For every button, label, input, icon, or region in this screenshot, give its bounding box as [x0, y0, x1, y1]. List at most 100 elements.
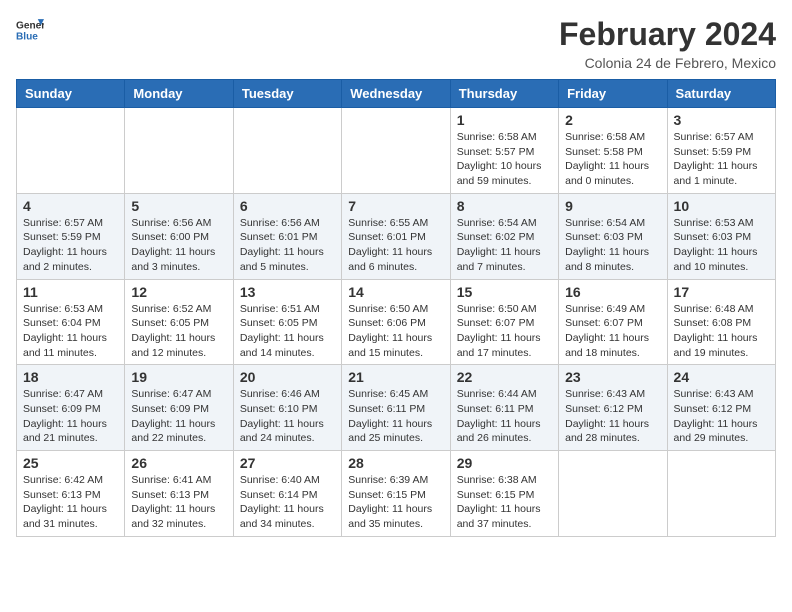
- day-number: 1: [457, 112, 552, 128]
- column-header-thursday: Thursday: [450, 80, 558, 108]
- day-number: 12: [131, 284, 226, 300]
- day-number: 19: [131, 369, 226, 385]
- day-info: Sunrise: 6:38 AM Sunset: 6:15 PM Dayligh…: [457, 473, 552, 532]
- calendar-cell: 5 Sunrise: 6:56 AM Sunset: 6:00 PM Daylig…: [125, 193, 233, 279]
- day-info: Sunrise: 6:45 AM Sunset: 6:11 PM Dayligh…: [348, 387, 443, 446]
- calendar-cell: 6Sunrise: 6:56 AM Sunset: 6:01 PM Daylig…: [233, 193, 341, 279]
- column-header-saturday: Saturday: [667, 80, 775, 108]
- calendar-cell: [17, 108, 125, 194]
- calendar-cell: 4 Sunrise: 6:57 AM Sunset: 5:59 PM Daylig…: [17, 193, 125, 279]
- day-info: Sunrise: 6:48 AM Sunset: 6:08 PM Dayligh…: [674, 302, 769, 361]
- calendar-cell: 8 Sunrise: 6:54 AM Sunset: 6:02 PM Daylig…: [450, 193, 558, 279]
- calendar-cell: 13 Sunrise: 6:51 AM Sunset: 6:05 PM Dayli…: [233, 279, 341, 365]
- day-info: Sunrise: 6:43 AM Sunset: 6:12 PM Dayligh…: [674, 387, 769, 446]
- day-info: Sunrise: 6:58 AM Sunset: 5:58 PM Dayligh…: [565, 130, 660, 189]
- day-info: Sunrise: 6:43 AM Sunset: 6:12 PM Dayligh…: [565, 387, 660, 446]
- calendar-cell: 12Sunrise: 6:52 AM Sunset: 6:05 PM Dayli…: [125, 279, 233, 365]
- calendar-week-2: 11 Sunrise: 6:53 AM Sunset: 6:04 PM Dayli…: [17, 279, 776, 365]
- calendar-cell: 28Sunrise: 6:39 AM Sunset: 6:15 PM Dayli…: [342, 451, 450, 537]
- calendar-cell: 15 Sunrise: 6:50 AM Sunset: 6:07 PM Dayli…: [450, 279, 558, 365]
- calendar-cell: [233, 108, 341, 194]
- day-number: 11: [23, 284, 118, 300]
- day-number: 17: [674, 284, 769, 300]
- calendar-week-0: 1 Sunrise: 6:58 AM Sunset: 5:57 PM Daylig…: [17, 108, 776, 194]
- day-info: Sunrise: 6:57 AM Sunset: 5:59 PM Dayligh…: [23, 216, 118, 275]
- day-number: 13: [240, 284, 335, 300]
- day-info: Sunrise: 6:39 AM Sunset: 6:15 PM Dayligh…: [348, 473, 443, 532]
- day-number: 14: [348, 284, 443, 300]
- calendar-cell: 29Sunrise: 6:38 AM Sunset: 6:15 PM Dayli…: [450, 451, 558, 537]
- title-area: February 2024 Colonia 24 de Febrero, Mex…: [559, 16, 776, 71]
- calendar-subtitle: Colonia 24 de Febrero, Mexico: [559, 55, 776, 71]
- day-info: Sunrise: 6:50 AM Sunset: 6:07 PM Dayligh…: [457, 302, 552, 361]
- logo: General Blue: [16, 16, 44, 44]
- calendar-cell: 14 Sunrise: 6:50 AM Sunset: 6:06 PM Dayli…: [342, 279, 450, 365]
- day-number: 27: [240, 455, 335, 471]
- day-info: Sunrise: 6:58 AM Sunset: 5:57 PM Dayligh…: [457, 130, 552, 189]
- column-header-tuesday: Tuesday: [233, 80, 341, 108]
- calendar-cell: 22Sunrise: 6:44 AM Sunset: 6:11 PM Dayli…: [450, 365, 558, 451]
- calendar-cell: 2 Sunrise: 6:58 AM Sunset: 5:58 PM Daylig…: [559, 108, 667, 194]
- calendar-week-4: 25 Sunrise: 6:42 AM Sunset: 6:13 PM Dayli…: [17, 451, 776, 537]
- day-number: 24: [674, 369, 769, 385]
- column-header-sunday: Sunday: [17, 80, 125, 108]
- day-number: 4: [23, 198, 118, 214]
- calendar-cell: 18 Sunrise: 6:47 AM Sunset: 6:09 PM Dayli…: [17, 365, 125, 451]
- calendar-cell: 10 Sunrise: 6:53 AM Sunset: 6:03 PM Dayli…: [667, 193, 775, 279]
- calendar-cell: 25 Sunrise: 6:42 AM Sunset: 6:13 PM Dayli…: [17, 451, 125, 537]
- calendar-title: February 2024: [559, 16, 776, 53]
- day-number: 25: [23, 455, 118, 471]
- day-info: Sunrise: 6:44 AM Sunset: 6:11 PM Dayligh…: [457, 387, 552, 446]
- calendar-cell: 9Sunrise: 6:54 AM Sunset: 6:03 PM Daylig…: [559, 193, 667, 279]
- calendar-cell: 7 Sunrise: 6:55 AM Sunset: 6:01 PM Daylig…: [342, 193, 450, 279]
- calendar-cell: 11 Sunrise: 6:53 AM Sunset: 6:04 PM Dayli…: [17, 279, 125, 365]
- calendar-cell: 20Sunrise: 6:46 AM Sunset: 6:10 PM Dayli…: [233, 365, 341, 451]
- calendar-body: 1 Sunrise: 6:58 AM Sunset: 5:57 PM Daylig…: [17, 108, 776, 537]
- calendar-cell: 1 Sunrise: 6:58 AM Sunset: 5:57 PM Daylig…: [450, 108, 558, 194]
- day-number: 7: [348, 198, 443, 214]
- day-info: Sunrise: 6:51 AM Sunset: 6:05 PM Dayligh…: [240, 302, 335, 361]
- day-info: Sunrise: 6:47 AM Sunset: 6:09 PM Dayligh…: [131, 387, 226, 446]
- day-number: 10: [674, 198, 769, 214]
- day-info: Sunrise: 6:54 AM Sunset: 6:02 PM Dayligh…: [457, 216, 552, 275]
- column-header-monday: Monday: [125, 80, 233, 108]
- day-number: 9: [565, 198, 660, 214]
- day-info: Sunrise: 6:53 AM Sunset: 6:04 PM Dayligh…: [23, 302, 118, 361]
- day-number: 2: [565, 112, 660, 128]
- day-info: Sunrise: 6:46 AM Sunset: 6:10 PM Dayligh…: [240, 387, 335, 446]
- day-info: Sunrise: 6:56 AM Sunset: 6:00 PM Dayligh…: [131, 216, 226, 275]
- calendar-cell: 19 Sunrise: 6:47 AM Sunset: 6:09 PM Dayli…: [125, 365, 233, 451]
- day-info: Sunrise: 6:50 AM Sunset: 6:06 PM Dayligh…: [348, 302, 443, 361]
- calendar-cell: [342, 108, 450, 194]
- day-number: 3: [674, 112, 769, 128]
- calendar-cell: 21 Sunrise: 6:45 AM Sunset: 6:11 PM Dayli…: [342, 365, 450, 451]
- column-header-friday: Friday: [559, 80, 667, 108]
- calendar-cell: 17 Sunrise: 6:48 AM Sunset: 6:08 PM Dayli…: [667, 279, 775, 365]
- day-info: Sunrise: 6:47 AM Sunset: 6:09 PM Dayligh…: [23, 387, 118, 446]
- day-number: 26: [131, 455, 226, 471]
- calendar-cell: 3Sunrise: 6:57 AM Sunset: 5:59 PM Daylig…: [667, 108, 775, 194]
- day-info: Sunrise: 6:55 AM Sunset: 6:01 PM Dayligh…: [348, 216, 443, 275]
- calendar-table: SundayMondayTuesdayWednesdayThursdayFrid…: [16, 79, 776, 537]
- day-number: 15: [457, 284, 552, 300]
- svg-text:Blue: Blue: [16, 31, 38, 42]
- calendar-cell: 27Sunrise: 6:40 AM Sunset: 6:14 PM Dayli…: [233, 451, 341, 537]
- calendar-cell: [125, 108, 233, 194]
- column-header-wednesday: Wednesday: [342, 80, 450, 108]
- day-info: Sunrise: 6:53 AM Sunset: 6:03 PM Dayligh…: [674, 216, 769, 275]
- day-number: 16: [565, 284, 660, 300]
- calendar-cell: 26Sunrise: 6:41 AM Sunset: 6:13 PM Dayli…: [125, 451, 233, 537]
- calendar-week-3: 18 Sunrise: 6:47 AM Sunset: 6:09 PM Dayli…: [17, 365, 776, 451]
- calendar-cell: 23Sunrise: 6:43 AM Sunset: 6:12 PM Dayli…: [559, 365, 667, 451]
- page-header: General Blue February 2024 Colonia 24 de…: [16, 16, 776, 71]
- calendar-header-row: SundayMondayTuesdayWednesdayThursdayFrid…: [17, 80, 776, 108]
- day-number: 5: [131, 198, 226, 214]
- calendar-cell: 16 Sunrise: 6:49 AM Sunset: 6:07 PM Dayli…: [559, 279, 667, 365]
- day-number: 21: [348, 369, 443, 385]
- day-number: 18: [23, 369, 118, 385]
- day-info: Sunrise: 6:42 AM Sunset: 6:13 PM Dayligh…: [23, 473, 118, 532]
- day-number: 8: [457, 198, 552, 214]
- calendar-cell: [667, 451, 775, 537]
- calendar-cell: 24 Sunrise: 6:43 AM Sunset: 6:12 PM Dayli…: [667, 365, 775, 451]
- day-info: Sunrise: 6:49 AM Sunset: 6:07 PM Dayligh…: [565, 302, 660, 361]
